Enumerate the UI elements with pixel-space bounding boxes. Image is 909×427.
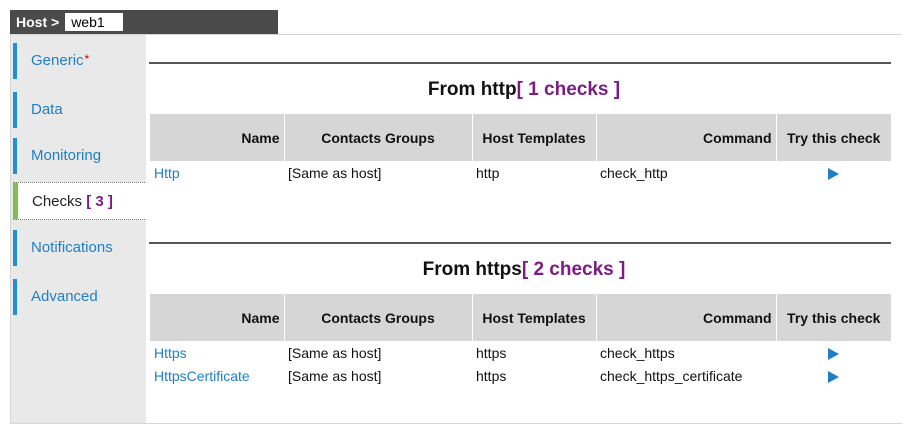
- section-check-count: [ 1 checks ]: [516, 79, 621, 100]
- table-row: Https [Same as host] https check_https: [150, 341, 891, 364]
- host-templates-cell: https: [476, 367, 507, 384]
- sidebar-item-data[interactable]: Data: [13, 92, 146, 128]
- host-breadcrumb: Host > web1: [10, 10, 278, 34]
- sidebar-item-label: Generic: [31, 52, 84, 69]
- command-cell: check_https_certificate: [600, 367, 743, 384]
- command-cell: check_http: [600, 164, 668, 181]
- column-header-contacts-groups: Contacts Groups: [284, 114, 473, 161]
- sidebar-item-generic[interactable]: Generic*: [13, 43, 146, 79]
- table-header-row: Name Contacts Groups Host Templates Comm…: [150, 294, 891, 341]
- table-row: HttpsCertificate [Same as host] https ch…: [150, 364, 891, 387]
- sidebar-item-notifications[interactable]: Notifications: [13, 230, 146, 266]
- sidebar-item-monitoring[interactable]: Monitoring: [13, 138, 146, 174]
- try-check-cell: [776, 161, 891, 184]
- column-header-try-this-check: Try this check: [776, 114, 891, 161]
- play-icon[interactable]: [828, 347, 839, 360]
- command-cell: check_https: [600, 344, 675, 361]
- column-header-contacts-groups: Contacts Groups: [284, 294, 473, 341]
- column-header-host-templates: Host Templates: [472, 294, 597, 341]
- sidebar-item-label: Notifications: [31, 239, 113, 256]
- section-title-text: From https: [422, 259, 522, 280]
- play-icon[interactable]: [828, 167, 839, 180]
- checks-count: [ 3 ]: [86, 193, 113, 210]
- section-divider: [149, 242, 891, 244]
- check-name-cell: Https: [150, 341, 284, 364]
- try-check-cell: [776, 364, 891, 387]
- sidebar-item-checks[interactable]: Checks [ 3 ]: [13, 182, 149, 220]
- sidebar-item-advanced[interactable]: Advanced: [13, 279, 146, 315]
- play-icon[interactable]: [828, 370, 839, 383]
- check-name-link[interactable]: Https: [154, 345, 187, 361]
- sidebar-item-label: Advanced: [31, 288, 98, 305]
- column-header-host-templates: Host Templates: [472, 114, 597, 161]
- column-header-try-this-check: Try this check: [776, 294, 891, 341]
- check-name-link[interactable]: Http: [154, 165, 180, 181]
- section-divider: [149, 62, 891, 64]
- sidebar-item-label: Checks: [32, 193, 83, 210]
- checks-table-http: Name Contacts Groups Host Templates Comm…: [150, 114, 891, 184]
- section-title-https: From https[ 2 checks ]: [146, 259, 902, 281]
- section-check-count: [ 2 checks ]: [521, 259, 626, 280]
- column-header-name: Name: [150, 114, 285, 161]
- contacts-groups-cell: [Same as host]: [288, 344, 382, 361]
- contacts-groups-cell: [Same as host]: [288, 367, 382, 384]
- check-name-cell: Http: [150, 161, 284, 184]
- host-templates-cell: http: [476, 164, 500, 181]
- contacts-groups-cell: [Same as host]: [288, 164, 382, 181]
- host-name: web1: [65, 13, 124, 31]
- host-breadcrumb-label: Host >: [16, 14, 60, 30]
- sidebar-item-label: Monitoring: [31, 147, 102, 164]
- check-name-cell: HttpsCertificate: [150, 364, 284, 387]
- checks-content: From http[ 1 checks ] Name Contacts Grou…: [146, 35, 902, 423]
- sidebar-item-label: Data: [31, 101, 63, 118]
- table-header-row: Name Contacts Groups Host Templates Comm…: [150, 114, 891, 161]
- column-header-command: Command: [596, 294, 777, 341]
- required-mark: *: [84, 52, 90, 66]
- host-templates-cell: https: [476, 344, 507, 361]
- section-title-http: From http[ 1 checks ]: [146, 79, 902, 101]
- check-name-link[interactable]: HttpsCertificate: [154, 368, 250, 384]
- sidebar: Generic* Data Monitoring Checks [ 3 ] No…: [11, 35, 149, 423]
- section-title-text: From http: [427, 79, 517, 100]
- table-row: Http [Same as host] http check_http: [150, 161, 891, 184]
- checks-table-https: Name Contacts Groups Host Templates Comm…: [150, 294, 891, 387]
- try-check-cell: [776, 341, 891, 364]
- column-header-name: Name: [150, 294, 285, 341]
- column-header-command: Command: [596, 114, 777, 161]
- host-editor-panel: Generic* Data Monitoring Checks [ 3 ] No…: [10, 34, 902, 424]
